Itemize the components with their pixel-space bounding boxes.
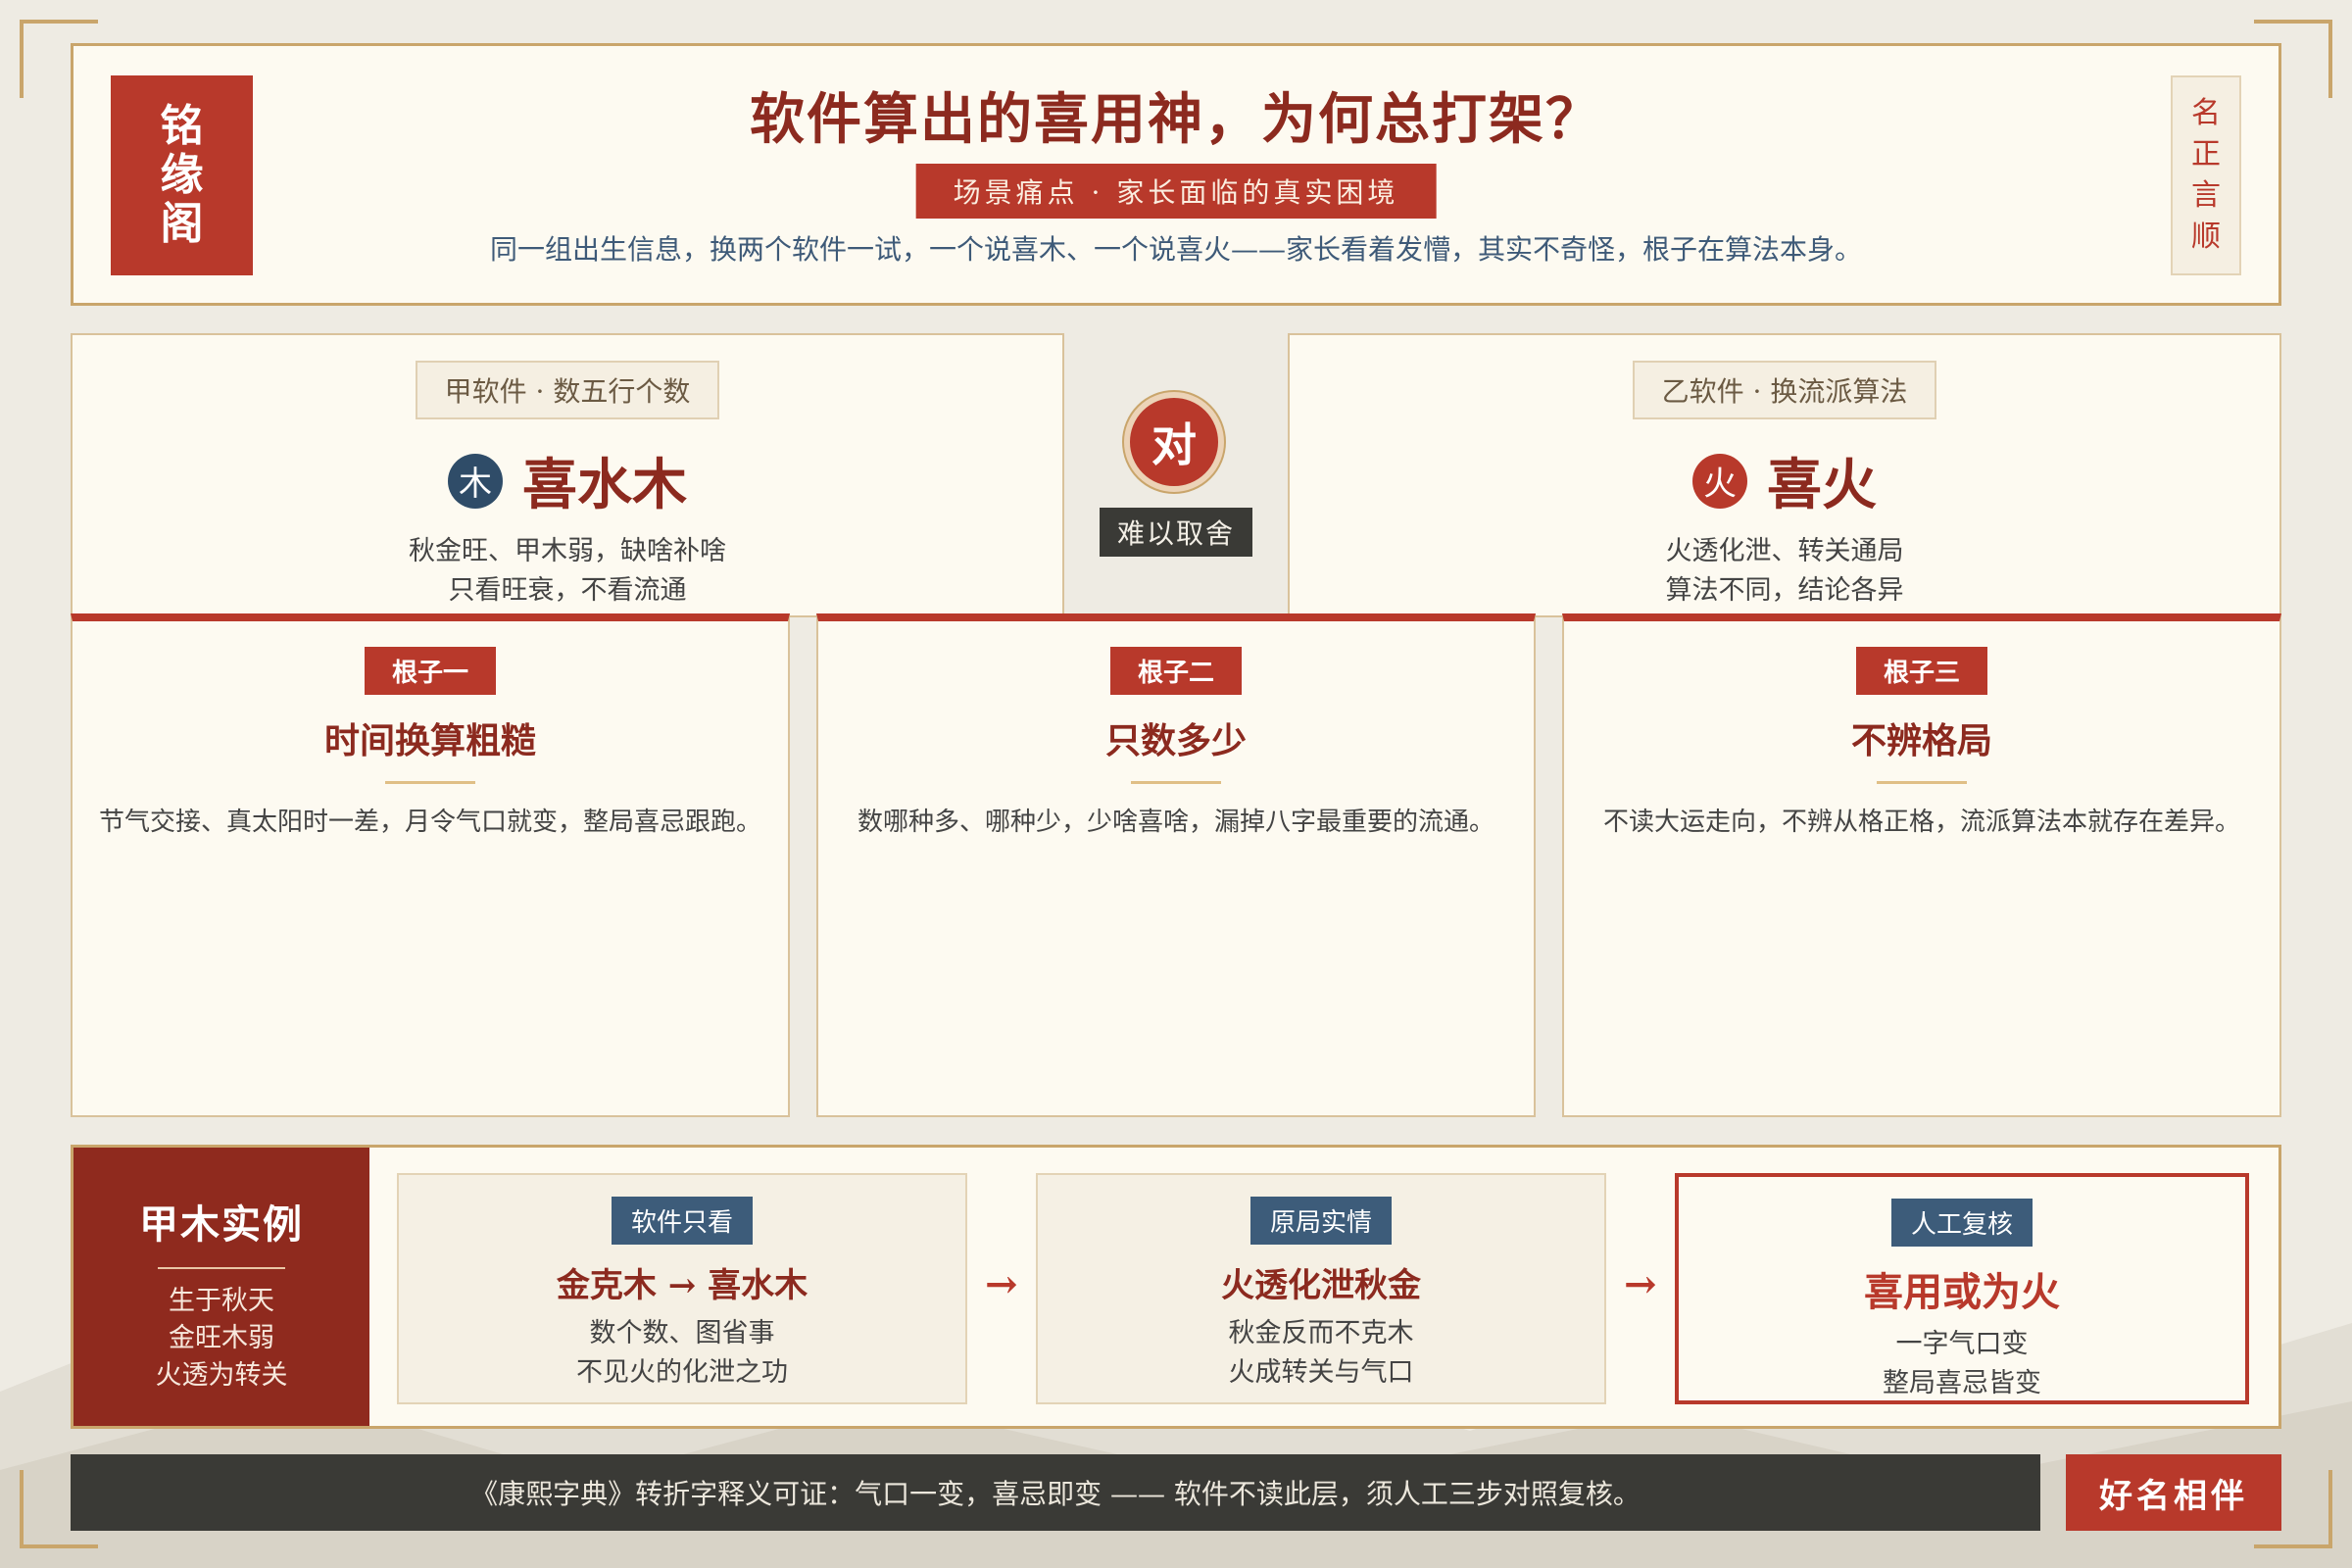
- divider: [1131, 781, 1221, 784]
- text-line: 一字气口变: [1895, 1329, 2029, 1359]
- root-title: 不辨格局: [1850, 720, 1992, 761]
- software-a-tag: 甲软件 · 数五行个数: [415, 361, 720, 419]
- software-b-tag: 乙软件 · 换流派算法: [1632, 361, 1937, 419]
- step-title: 喜用或为火: [1864, 1269, 2060, 1315]
- step-card-highlight: 人工复核 喜用或为火 一字气口变 整局喜忌皆变: [1675, 1173, 2249, 1404]
- root-title: 只数多少: [1104, 720, 1247, 761]
- example-line: 生于秋天: [169, 1286, 274, 1316]
- software-b-lines: 火透化泄、转关通局 算法不同，结论各异: [1290, 532, 2279, 611]
- text-line: 火透化泄、转关通局: [1665, 536, 1904, 566]
- software-a-lines: 秋金旺、甲木弱，缺啥补啥 只看旺衰，不看流通: [73, 532, 1062, 611]
- software-a-verdict: 木 喜水木: [73, 441, 1062, 520]
- example-sidebar: 甲木实例 生于秋天 金旺木弱 火透为转关: [74, 1148, 369, 1426]
- step-title: 金克木 → 喜水木: [556, 1266, 808, 1305]
- versus-badge: 对: [1124, 392, 1224, 492]
- seal-char: 正: [2191, 137, 2221, 172]
- seal-char: 名: [2191, 96, 2221, 130]
- example-line: 火透为转关: [155, 1360, 288, 1391]
- step-card: 原局实情 火透化泄秋金 秋金反而不克木 火成转关与气口: [1036, 1173, 1606, 1404]
- step-lines: 一字气口变 整局喜忌皆变: [1679, 1325, 2245, 1403]
- text-line: 整局喜忌皆变: [1883, 1368, 2041, 1398]
- root-tag: 根子一: [364, 647, 496, 695]
- divider: [1877, 781, 1967, 784]
- root-cause-card: 根子二 只数多少 数哪种多、哪种少，少啥喜啥，漏掉八字最重要的流通。: [816, 613, 1536, 1117]
- text-line: 数个数、图省事: [589, 1318, 775, 1348]
- step-tag: 原局实情: [1250, 1197, 1392, 1245]
- example-panel: 甲木实例 生于秋天 金旺木弱 火透为转关 软件只看 金克木 → 喜水木 数个数、…: [71, 1145, 2281, 1429]
- page-title: 软件算出的喜用神，为何总打架？: [750, 87, 1602, 152]
- wood-element-icon: 木: [448, 453, 503, 509]
- footer-brand: 好名相伴: [2066, 1454, 2281, 1531]
- text-line: 算法不同，结论各异: [1665, 575, 1904, 606]
- root-text: 不读大运走向，不辨从格正格，流派算法本就存在差异。: [1602, 808, 2240, 837]
- step-card: 软件只看 金克木 → 喜水木 数个数、图省事 不见火的化泄之功: [397, 1173, 967, 1404]
- seal-stamp: 名 正 言 顺: [2171, 75, 2241, 275]
- seal-char: 言: [2191, 178, 2221, 213]
- step-tag: 软件只看: [611, 1197, 753, 1245]
- divider: [158, 1267, 285, 1269]
- text-line: 秋金反而不克木: [1228, 1318, 1414, 1348]
- root-cause-card: 根子三 不辨格局 不读大运走向，不辨从格正格，流派算法本就存在差异。: [1562, 613, 2281, 1117]
- software-b-verdict: 火 喜火: [1290, 441, 2279, 520]
- software-b-card: 乙软件 · 换流派算法 火 喜火 火透化泄、转关通局 算法不同，结论各异: [1288, 333, 2281, 617]
- verdict-text: 喜火: [1767, 453, 1877, 517]
- text-line: 秋金旺、甲木弱，缺啥补啥: [409, 536, 726, 566]
- text-line: 不见火的化泄之功: [576, 1357, 788, 1388]
- fire-element-icon: 火: [1692, 453, 1747, 509]
- software-a-card: 甲软件 · 数五行个数 木 喜水木 秋金旺、甲木弱，缺啥补啥 只看旺衰，不看流通: [71, 333, 1064, 617]
- example-title: 甲木实例: [139, 1201, 304, 1248]
- scene-tag: 场景痛点 · 家长面临的真实困境: [915, 164, 1437, 219]
- text-line: 火成转关与气口: [1228, 1357, 1414, 1388]
- root-text: 节气交接、真太阳时一差，月令气口就变，整局喜忌跟跑。: [98, 808, 761, 837]
- verdict-text: 喜水木: [522, 453, 687, 517]
- step-title: 火透化泄秋金: [1221, 1266, 1421, 1305]
- step-tag: 人工复核: [1890, 1199, 2033, 1247]
- example-line: 金旺木弱: [169, 1323, 274, 1353]
- root-tag: 根子二: [1109, 647, 1242, 695]
- step-lines: 数个数、图省事 不见火的化泄之功: [399, 1314, 965, 1393]
- root-cause-card: 根子一 时间换算粗糙 节气交接、真太阳时一差，月令气口就变，整局喜忌跟跑。: [71, 613, 790, 1117]
- versus-label: 难以取舍: [1100, 508, 1252, 557]
- step-lines: 秋金反而不克木 火成转关与气口: [1038, 1314, 1604, 1393]
- root-text: 数哪种多、哪种少，少啥喜啥，漏掉八字最重要的流通。: [857, 808, 1494, 837]
- arrow-right-icon: →: [985, 1261, 1018, 1307]
- header-description: 同一组出生信息，换两个软件一试，一个说喜木、一个说喜火——家长看着发懵，其实不奇…: [489, 233, 1862, 266]
- header-panel: 铭 缘 阁 软件算出的喜用神，为何总打架？ 场景痛点 · 家长面临的真实困境 同…: [71, 43, 2281, 306]
- arrow-right-icon: →: [1624, 1261, 1657, 1307]
- divider: [385, 781, 475, 784]
- text-line: 只看旺衰，不看流通: [448, 575, 687, 606]
- logo-char: 缘: [160, 150, 204, 200]
- footer-note: 《康熙字典》转折字释义可证：气口一变，喜忌即变 —— 软件不读此层，须人工三步对…: [71, 1454, 2040, 1531]
- root-tag: 根子三: [1855, 647, 1987, 695]
- seal-char: 顺: [2191, 220, 2221, 254]
- root-title: 时间换算粗糙: [323, 720, 536, 761]
